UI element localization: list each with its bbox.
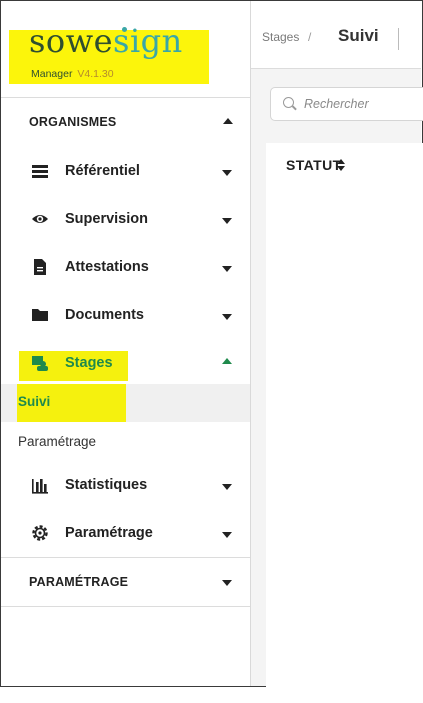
sidebar-item-label: Supervision: [65, 211, 148, 227]
chevron-down-icon: [222, 484, 232, 490]
logo-text-part1: sowe: [29, 22, 114, 60]
app-subtitle: Manager V4.1.30: [31, 68, 114, 80]
chevron-down-icon: [222, 532, 232, 538]
sidebar-item-stages[interactable]: Stages: [1, 344, 250, 384]
chevron-down-icon: [222, 170, 232, 176]
top-bar: Stages / Suivi: [251, 1, 421, 69]
sidebar-divider: [1, 557, 250, 558]
section-title: ORGANISMES: [29, 115, 117, 129]
breadcrumb-root[interactable]: Stages: [262, 30, 299, 44]
chevron-up-icon: [223, 118, 233, 124]
sidebar-item-label: Statistiques: [65, 477, 148, 493]
sidebar-item-label: Référentiel: [65, 163, 140, 179]
eye-icon: [32, 215, 48, 223]
sidebar-item-label: Documents: [65, 307, 144, 323]
app-name: Manager: [31, 68, 73, 80]
sidebar-item-parametrage[interactable]: Paramétrage: [1, 514, 250, 554]
document-icon: [34, 259, 46, 275]
sidebar-divider: [1, 606, 250, 607]
chevron-up-icon: [222, 358, 232, 364]
sort-icon[interactable]: [337, 159, 345, 171]
sidebar-subitem-parametrage[interactable]: Paramétrage: [18, 434, 96, 449]
sidebar-item-referentiel[interactable]: Référentiel: [1, 152, 250, 192]
sidebar-item-label: Attestations: [65, 259, 149, 275]
app-version: V4.1.30: [77, 68, 114, 80]
logo-dot: [122, 27, 127, 32]
gear-icon: [32, 525, 48, 541]
search-input[interactable]: Rechercher: [270, 87, 423, 121]
search-placeholder: Rechercher: [304, 97, 369, 111]
stages-icon: [32, 356, 48, 371]
list-icon: [32, 165, 48, 178]
section-title: PARAMÉTRAGE: [29, 575, 129, 589]
data-table: [266, 143, 423, 703]
sidebar-item-documents[interactable]: Documents: [1, 296, 250, 336]
chevron-down-icon: [222, 266, 232, 272]
sidebar-item-attestations[interactable]: Attestations: [1, 248, 250, 288]
folder-icon: [32, 309, 48, 321]
page-title: Suivi: [338, 26, 379, 45]
breadcrumb-separator: /: [308, 30, 312, 44]
sidebar-subitem-suivi[interactable]: Suivi: [18, 394, 50, 409]
search-icon: [283, 97, 294, 108]
sidebar-divider: [1, 97, 250, 98]
chevron-down-icon: [222, 580, 232, 586]
chevron-down-icon: [222, 314, 232, 320]
sidebar-item-supervision[interactable]: Supervision: [1, 200, 250, 240]
bar-chart-icon: [32, 479, 48, 494]
toolbar-divider: [398, 28, 399, 50]
sidebar-item-label: Paramétrage: [65, 525, 153, 541]
chevron-down-icon: [222, 218, 232, 224]
sidebar-item-label: Stages: [65, 355, 113, 371]
column-header-statut[interactable]: STATUT: [286, 157, 342, 173]
sidebar-item-statistiques[interactable]: Statistiques: [1, 466, 250, 506]
logo[interactable]: sowesign: [29, 21, 183, 61]
